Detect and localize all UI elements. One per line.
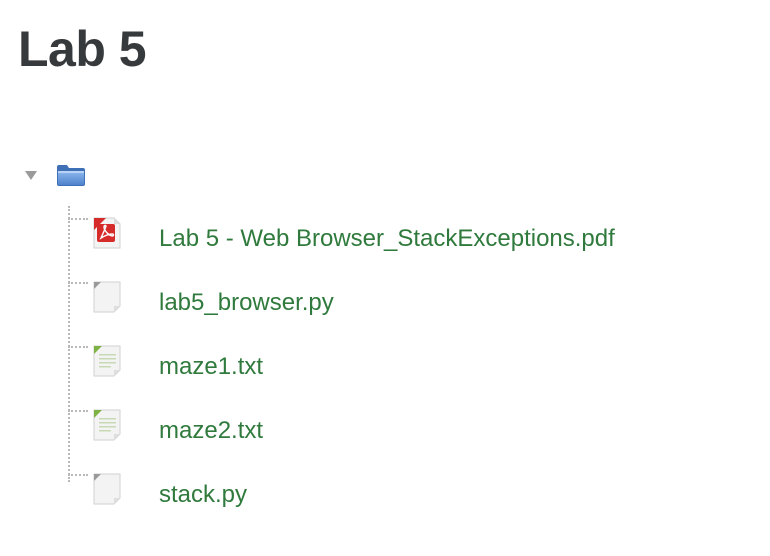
page-title: Lab 5: [18, 21, 147, 77]
generic-file-icon: [93, 473, 121, 505]
tree-branch: [68, 410, 88, 412]
text-file-icon: [93, 345, 121, 377]
file-link[interactable]: lab5_browser.py: [159, 288, 334, 318]
file-item-py[interactable]: lab5_browser.py: [68, 270, 758, 318]
file-item-pdf[interactable]: Lab 5 - Web Browser_StackExceptions.pdf: [68, 206, 758, 254]
file-item-txt[interactable]: maze2.txt: [68, 398, 758, 446]
tree-branch: [68, 474, 88, 476]
file-link[interactable]: maze1.txt: [159, 352, 263, 382]
file-item-py[interactable]: stack.py: [68, 462, 758, 510]
generic-file-icon: [93, 281, 121, 313]
text-file-icon: [93, 409, 121, 441]
tree-branch: [68, 346, 88, 348]
file-link[interactable]: stack.py: [159, 480, 247, 510]
triangle-down-icon[interactable]: [24, 168, 38, 182]
file-link[interactable]: Lab 5 - Web Browser_StackExceptions.pdf: [159, 224, 615, 254]
pdf-file-icon: [93, 217, 121, 249]
file-link[interactable]: maze2.txt: [159, 416, 263, 446]
folder-icon[interactable]: [56, 163, 86, 187]
tree-branch: [68, 218, 88, 220]
tree-branch: [68, 282, 88, 284]
file-item-txt[interactable]: maze1.txt: [68, 334, 758, 382]
page: Lab 5 Lab 5 - Web Browser_StackException…: [0, 0, 770, 556]
